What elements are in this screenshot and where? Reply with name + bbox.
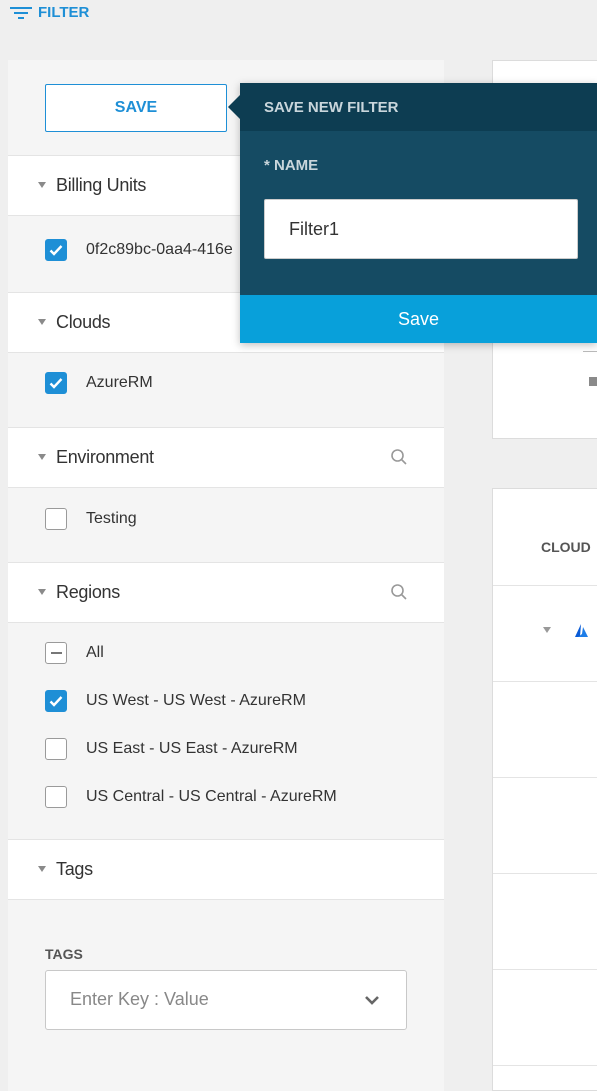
billing-unit-label: 0f2c89bc-0aa4-416e	[86, 240, 233, 258]
popover-title: SAVE NEW FILTER	[240, 83, 597, 131]
filter-toggle[interactable]: FILTER	[10, 4, 89, 21]
table-row-divider	[493, 969, 597, 970]
section-body-clouds: AzureRM	[8, 353, 444, 428]
filter-label: FILTER	[38, 4, 90, 21]
search-icon[interactable]	[390, 448, 408, 466]
section-title: Billing Units	[56, 175, 147, 195]
section-header-environment[interactable]: Environment	[8, 428, 444, 488]
list-item[interactable]: Testing	[8, 488, 444, 550]
row-expand-icon[interactable]	[543, 627, 551, 633]
divider	[493, 585, 597, 586]
region-label: US West - US West - AzureRM	[86, 692, 306, 709]
tags-field-label: TAGS	[45, 946, 83, 962]
caret-down-icon	[38, 866, 46, 872]
caret-down-icon	[38, 454, 46, 460]
list-item[interactable]: AzureRM	[8, 353, 444, 413]
cloud-table: CLOUD	[492, 488, 597, 1091]
filter-name-input[interactable]: Filter1	[264, 199, 578, 259]
checkbox-unchecked[interactable]	[45, 738, 67, 760]
table-row-divider	[493, 681, 597, 682]
tags-select[interactable]: Enter Key : Value	[45, 970, 407, 1030]
table-row-divider	[493, 873, 597, 874]
caret-down-icon	[38, 589, 46, 595]
caret-down-icon	[38, 182, 46, 188]
tags-placeholder: Enter Key : Value	[70, 989, 209, 1009]
checkbox-checked[interactable]	[45, 690, 67, 712]
list-item[interactable]: US East - US East - AzureRM	[8, 725, 444, 773]
caret-down-icon	[38, 319, 46, 325]
checkbox-checked[interactable]	[45, 372, 67, 394]
section-body-regions: All US West - US West - AzureRM US East …	[8, 623, 444, 840]
save-button[interactable]: SAVE	[45, 84, 227, 132]
checkbox-unchecked[interactable]	[45, 786, 67, 808]
checkbox-checked[interactable]	[45, 238, 67, 261]
divider	[583, 351, 597, 352]
search-icon[interactable]	[390, 583, 408, 601]
filter-lines-icon	[10, 6, 32, 19]
list-item[interactable]: US Central - US Central - AzureRM	[8, 773, 444, 821]
save-filter-popover: SAVE NEW FILTER * NAME Filter1 Save	[228, 83, 597, 343]
section-title: Tags	[56, 859, 93, 879]
check-icon	[49, 378, 63, 389]
azure-logo-icon	[575, 624, 588, 637]
section-header-regions[interactable]: Regions	[8, 563, 444, 623]
checkbox-indeterminate[interactable]	[45, 642, 67, 664]
section-title: Environment	[56, 447, 154, 467]
region-label: All	[86, 644, 104, 661]
check-icon	[49, 696, 63, 707]
section-header-tags[interactable]: Tags	[8, 840, 444, 900]
list-item[interactable]: All	[8, 629, 444, 677]
check-icon	[49, 244, 63, 256]
list-item[interactable]: US West - US West - AzureRM	[8, 677, 444, 725]
section-title: Clouds	[56, 312, 111, 332]
table-row-divider	[493, 777, 597, 778]
cloud-label: AzureRM	[86, 374, 153, 391]
region-label: US East - US East - AzureRM	[86, 740, 298, 757]
column-header-cloud: CLOUD	[541, 539, 591, 555]
popover-save-button[interactable]: Save	[240, 295, 597, 343]
name-field-label: * NAME	[264, 157, 319, 174]
section-title: Regions	[56, 582, 120, 602]
table-row-divider	[493, 1065, 597, 1066]
checkbox-unchecked[interactable]	[45, 508, 67, 530]
section-body-environment: Testing	[8, 488, 444, 563]
section-body-tags: TAGS Enter Key : Value	[8, 900, 444, 1080]
legend-square-icon	[589, 377, 597, 386]
chevron-down-icon	[365, 996, 379, 1005]
environment-label: Testing	[86, 510, 137, 527]
region-label: US Central - US Central - AzureRM	[86, 788, 337, 805]
